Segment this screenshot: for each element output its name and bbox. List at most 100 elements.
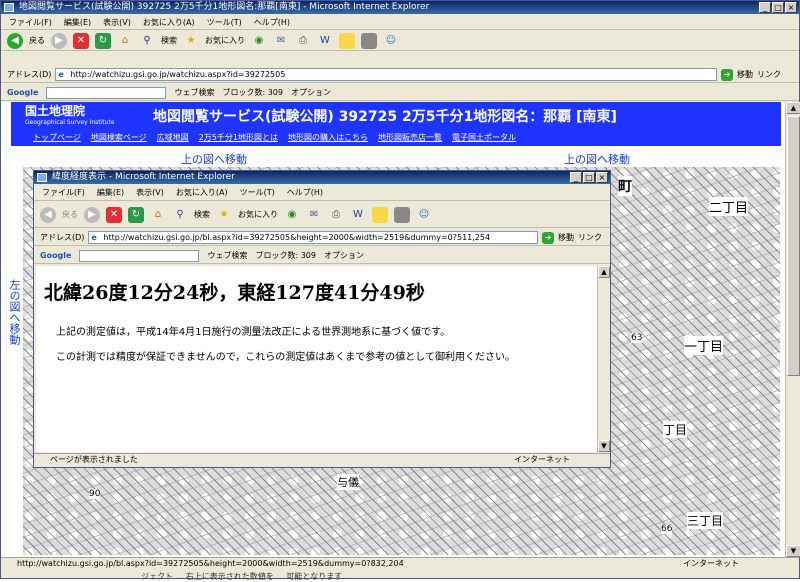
menu-edit[interactable]: 編集(E) [64,17,91,28]
print-icon[interactable]: ⎙ [295,33,311,49]
go-label[interactable]: 移動 [558,232,574,243]
menu-favorites[interactable]: お気に入り(A) [143,17,195,28]
scroll-down-arrow[interactable]: ▼ [598,440,610,452]
scroll-down-arrow[interactable]: ▼ [786,545,800,557]
page-header: 国土地理院 Geographical Survey Institute 地図閲覧… [11,102,781,146]
main-toolbar: ◀ 戻る ▶ ✕ ↻ ⌂ ⚲ 検索 ★ お気に入り ◉ ✉ ⎙ W ☺ [1,31,799,51]
search-icon[interactable]: ⚲ [172,207,188,223]
print-icon[interactable]: ⎙ [328,207,344,223]
scroll-up-arrow[interactable]: ▲ [786,102,800,114]
address-input[interactable]: http://watchizu.gsi.go.jp/watchizu.aspx?… [55,68,717,81]
stop-icon[interactable]: ✕ [73,32,89,49]
forward-icon[interactable]: ▶ [84,206,100,223]
minimize-button[interactable]: _ [759,2,771,13]
menu-file[interactable]: ファイル(F) [42,187,85,198]
popup-minimize-button[interactable]: _ [570,172,582,183]
popup-block-count[interactable]: ブロック数: 309 [222,87,283,98]
move-up-link-right[interactable]: 上の図へ移動 [564,151,630,167]
options-button[interactable]: オプション [291,87,331,98]
messenger-icon[interactable]: ☺ [383,33,399,49]
popup-scrollbar[interactable]: ▲ ▼ [597,266,610,452]
popup-block-count[interactable]: ブロック数: 309 [255,250,316,261]
search-icon[interactable]: ⚲ [139,33,155,49]
menu-help[interactable]: ヘルプ(H) [287,187,323,198]
mail-icon[interactable]: ✉ [273,33,289,49]
close-button[interactable]: × [785,2,797,13]
google-logo: Google [40,251,72,260]
go-icon[interactable]: ➜ [721,68,733,81]
favorites-label[interactable]: お気に入り [205,35,245,46]
nav-stores[interactable]: 地形図販売店一覧 [378,132,442,143]
back-label[interactable]: 戻る [29,35,45,46]
move-left-link[interactable]: 左の図へ移動 [8,279,21,345]
main-title-bar: 地図閲覧サービス(試験公開) 392725 2万5千分1地形図名:那覇[南東] … [1,1,799,14]
menu-file[interactable]: ファイル(F) [9,17,52,28]
nav-top[interactable]: トップページ [33,132,81,143]
back-label[interactable]: 戻る [62,209,78,220]
address-input[interactable]: http://watchizu.gsi.go.jp/bl.aspx?id=392… [88,231,538,244]
links-label[interactable]: リンク [578,232,602,243]
menu-help[interactable]: ヘルプ(H) [254,17,290,28]
google-search-input[interactable] [46,86,167,99]
page-title: 地図閲覧サービス(試験公開) 392725 2万5千分1地形図名：那覇 [南東] [153,109,617,125]
favorites-icon[interactable]: ★ [216,207,232,223]
popup-title-bar: 緯度経度表示 - Microsoft Internet Explorer _ □… [34,171,610,184]
media-icon[interactable] [361,32,377,49]
folder-icon[interactable] [372,206,388,223]
refresh-icon[interactable]: ↻ [95,32,111,49]
media-icon[interactable] [394,206,410,223]
history-icon[interactable]: ◉ [284,207,300,223]
menu-tools[interactable]: ツール(T) [240,187,275,198]
nav-portal[interactable]: 電子国土ポータル [452,132,516,143]
menu-favorites[interactable]: お気に入り(A) [176,187,228,198]
web-search-button[interactable]: ウェブ検索 [207,250,247,261]
map-label: 90 [89,489,101,499]
google-search-input[interactable] [79,249,200,262]
refresh-icon[interactable]: ↻ [128,206,144,223]
move-up-link-left[interactable]: 上の図へ移動 [181,151,247,167]
edit-icon[interactable]: W [317,33,333,49]
nav-wide-map[interactable]: 広域地図 [157,132,189,143]
scroll-thumb[interactable] [787,116,800,376]
stop-icon[interactable]: ✕ [106,206,122,223]
note-line-1: 上記の測定値は，平成14年4月1日施行の測量法改正による世界測地系に基づく値です… [56,327,451,338]
scroll-up-arrow[interactable]: ▲ [598,266,610,278]
history-icon[interactable]: ◉ [251,33,267,49]
home-icon[interactable]: ⌂ [117,33,133,49]
options-button[interactable]: オプション [324,250,364,261]
maximize-button[interactable]: □ [772,2,784,13]
favorites-icon[interactable]: ★ [183,33,199,49]
popup-menu-bar: ファイル(F) 編集(E) 表示(V) お気に入り(A) ツール(T) ヘルプ(… [34,185,610,201]
nav-map-search[interactable]: 地図検索ページ [91,132,147,143]
popup-status-text: ページが表示されました [50,455,138,464]
go-icon[interactable]: ➜ [542,231,554,244]
messenger-icon[interactable]: ☺ [416,207,432,223]
nav-purchase[interactable]: 地形図の購入はこちら [288,132,368,143]
go-label[interactable]: 移動 [737,69,753,80]
favorites-label[interactable]: お気に入り [238,209,278,220]
folder-icon[interactable] [339,32,355,49]
menu-tools[interactable]: ツール(T) [207,17,242,28]
popup-zone: インターネット [514,455,570,464]
back-icon[interactable]: ◀ [7,32,23,49]
popup-google-bar: Google ウェブ検索 ブロック数: 309 オプション [34,248,610,264]
links-label[interactable]: リンク [757,69,781,80]
forward-icon[interactable]: ▶ [51,32,67,49]
popup-maximize-button[interactable]: □ [583,172,595,183]
edit-icon[interactable]: W [350,207,366,223]
menu-view[interactable]: 表示(V) [136,187,164,198]
home-icon[interactable]: ⌂ [150,207,166,223]
main-scrollbar[interactable]: ▲ ▼ [785,102,800,557]
ie-icon [37,173,47,182]
mail-icon[interactable]: ✉ [306,207,322,223]
nav-about[interactable]: 2万5千分1地形図とは [199,132,278,143]
note-line-2: この計測では精度が保証できませんので，これらの測定値はあくまで参考の値として御利… [56,352,515,363]
back-icon[interactable]: ◀ [40,206,56,223]
search-label[interactable]: 検索 [161,35,177,46]
menu-edit[interactable]: 編集(E) [97,187,124,198]
popup-close-button[interactable]: × [596,172,608,183]
search-label[interactable]: 検索 [194,209,210,220]
web-search-button[interactable]: ウェブ検索 [174,87,214,98]
main-status-text: http://watchizu.gsi.go.jp/bl.aspx?id=392… [17,559,404,568]
menu-view[interactable]: 表示(V) [103,17,131,28]
